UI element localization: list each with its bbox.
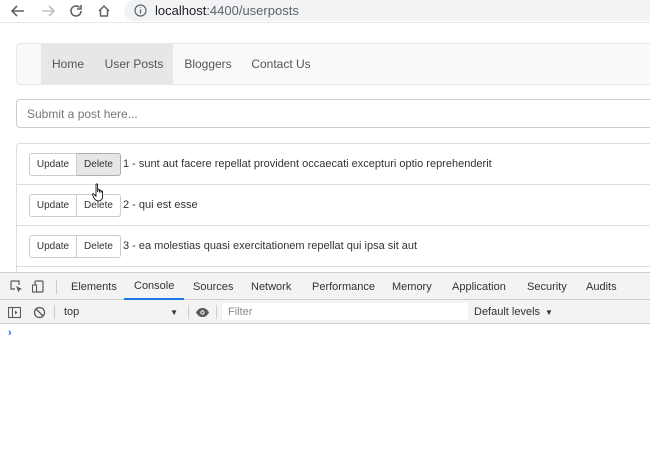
back-icon[interactable] xyxy=(8,1,28,21)
nav-item-bloggers[interactable]: Bloggers xyxy=(175,44,241,84)
post-input[interactable] xyxy=(16,99,650,128)
update-button[interactable]: Update xyxy=(29,152,77,176)
delete-button[interactable]: Delete xyxy=(77,152,121,176)
device-toggle-icon[interactable] xyxy=(30,278,46,294)
dropdown-triangle-icon: ▼ xyxy=(170,307,178,317)
nav-item-home[interactable]: Home xyxy=(41,44,95,84)
levels-label: Default levels xyxy=(474,306,541,318)
nav-item-user-posts[interactable]: User Posts xyxy=(95,44,173,84)
tab-security[interactable]: Security xyxy=(527,273,567,300)
divider xyxy=(56,280,57,294)
home-icon[interactable] xyxy=(94,1,114,21)
devtools-panel: Elements Console Sources Network Perform… xyxy=(0,272,650,462)
address-bar[interactable]: localhost:4400/userposts xyxy=(124,0,650,21)
tab-console[interactable]: Console xyxy=(124,273,185,300)
post-text: 1 - sunt aut facere repellat provident o… xyxy=(123,158,492,170)
console-toolbar: top ▼ Filter Default levels ▼ xyxy=(0,300,650,324)
update-button[interactable]: Update xyxy=(29,234,77,258)
divider xyxy=(216,305,217,319)
post-text: 3 - ea molestias quasi exercitationem re… xyxy=(123,240,418,252)
reload-icon[interactable] xyxy=(66,1,86,21)
inspect-element-icon[interactable] xyxy=(8,278,24,294)
eye-icon[interactable] xyxy=(194,304,210,320)
post-row: Update Delete 2 - qui est esse xyxy=(16,184,650,225)
delete-button[interactable]: Delete xyxy=(77,234,121,258)
tab-performance[interactable]: Performance xyxy=(312,273,375,300)
post-row: Update Delete 1 - sunt aut facere repell… xyxy=(16,143,650,184)
dropdown-triangle-icon: ▼ xyxy=(545,307,553,317)
tab-network[interactable]: Network xyxy=(251,273,291,300)
context-label: top xyxy=(64,306,80,318)
url-path: :4400/userposts xyxy=(206,3,299,18)
sidebar-toggle-icon[interactable] xyxy=(6,304,22,320)
tab-memory[interactable]: Memory xyxy=(392,273,432,300)
update-button[interactable]: Update xyxy=(29,193,77,217)
devtools-tabbar: Elements Console Sources Network Perform… xyxy=(0,273,650,300)
tab-elements[interactable]: Elements xyxy=(71,273,117,300)
forward-icon[interactable] xyxy=(38,1,58,21)
tab-application[interactable]: Application xyxy=(452,273,506,300)
log-levels-dropdown[interactable]: Default levels ▼ xyxy=(474,303,553,321)
divider xyxy=(188,305,189,319)
console-filter-input[interactable]: Filter xyxy=(222,303,468,320)
tab-audits[interactable]: Audits xyxy=(586,273,617,300)
navbar: Home User Posts Bloggers Contact Us xyxy=(16,43,650,85)
web-page: Home User Posts Bloggers Contact Us Upda… xyxy=(0,22,650,276)
context-selector[interactable]: top ▼ xyxy=(58,303,182,321)
clear-console-icon[interactable] xyxy=(31,304,47,320)
info-icon[interactable] xyxy=(134,4,147,17)
post-list: Update Delete 1 - sunt aut facere repell… xyxy=(16,143,650,276)
post-row: Update Delete 3 - ea molestias quasi exe… xyxy=(16,225,650,266)
hand-cursor-icon xyxy=(92,183,103,202)
browser-toolbar: localhost:4400/userposts xyxy=(0,0,650,22)
console-prompt[interactable]: › xyxy=(8,327,12,339)
tab-sources[interactable]: Sources xyxy=(193,273,233,300)
divider xyxy=(54,305,55,319)
post-text: 2 - qui est esse xyxy=(123,199,198,211)
nav-item-contact-us[interactable]: Contact Us xyxy=(245,44,317,84)
url-host: localhost xyxy=(155,3,207,18)
